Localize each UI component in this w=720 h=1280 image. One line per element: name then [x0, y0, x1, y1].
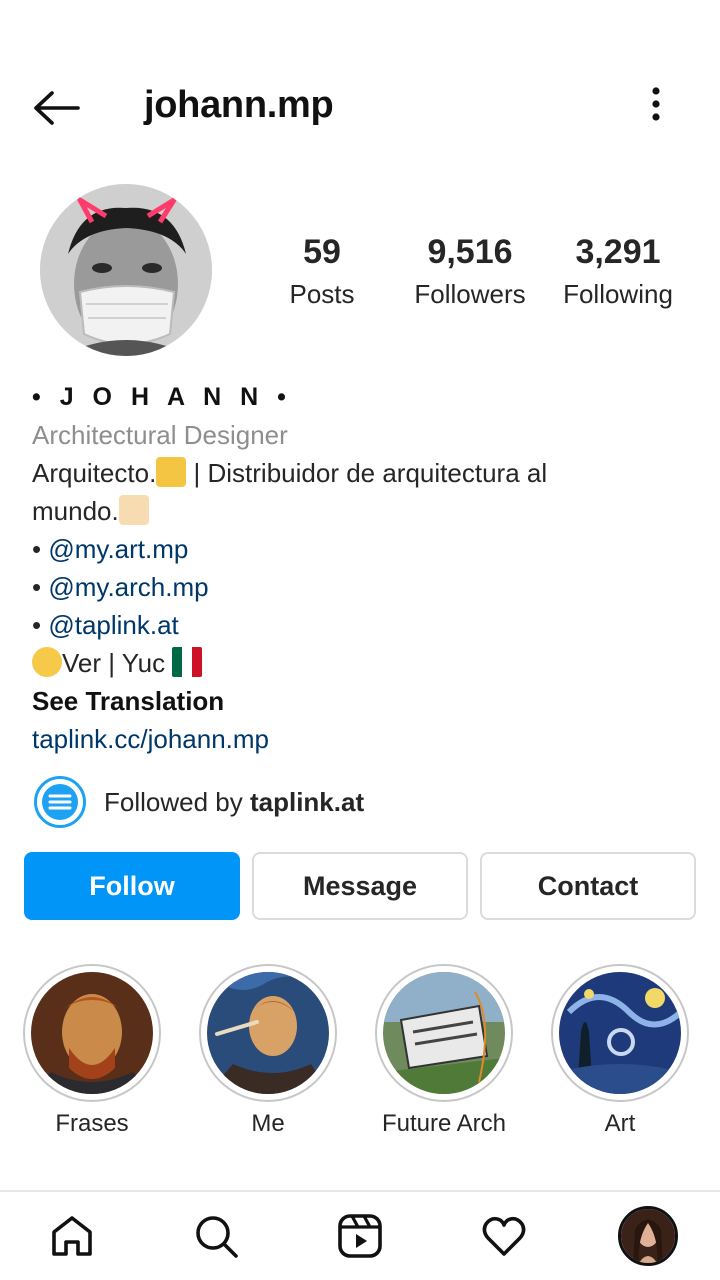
highlight-ring	[551, 964, 689, 1102]
followed-by-prefix: Followed by	[104, 786, 250, 817]
highlight-cover-image	[559, 972, 681, 1094]
highlight-cover-image	[31, 972, 153, 1094]
nav-profile-button[interactable]	[618, 1206, 678, 1266]
bio-text-mundo: mundo.	[32, 496, 119, 526]
more-options-button[interactable]	[636, 82, 676, 126]
bio-text-distribuidor: | Distribuidor de arquitectura al	[186, 458, 548, 488]
mexico-flag-emoji-icon	[172, 647, 203, 677]
bio-mention-row: • @my.arch.mp	[32, 568, 692, 606]
display-name: • J O H A N N •	[32, 383, 292, 411]
bio-line-1: Arquitecto. | Distribuidor de arquitectu…	[32, 454, 692, 492]
bullet: •	[32, 572, 49, 602]
bio-mention-row: • @taplink.at	[32, 606, 692, 644]
back-button[interactable]	[30, 86, 82, 130]
followers-count[interactable]: 9,516 Followers	[405, 232, 535, 314]
highlight-label: Me	[251, 1110, 285, 1137]
bio-location: Ver | Yuc	[32, 644, 692, 682]
highlight-me[interactable]: Me	[198, 964, 338, 1138]
followers-count-value: 9,516	[427, 233, 513, 271]
reels-icon	[338, 1214, 382, 1258]
followed-by-text: Followed by taplink.at	[104, 787, 364, 818]
vertical-dots-icon	[652, 87, 660, 121]
nav-activity-button[interactable]	[474, 1206, 534, 1266]
bio-location-text: Ver | Yuc	[62, 648, 173, 678]
search-icon	[196, 1216, 238, 1258]
highlight-ring	[375, 964, 513, 1102]
taplink-avatar	[34, 776, 86, 828]
bullet: •	[32, 534, 49, 564]
highlight-label: Future Arch	[381, 1110, 507, 1137]
following-count[interactable]: 3,291 Following	[553, 232, 683, 314]
follow-button[interactable]: Follow	[24, 852, 240, 920]
profile-header: johann.mp	[0, 0, 720, 210]
highlight-label: Art	[604, 1110, 636, 1137]
highlight-future-arch[interactable]: Future Arch	[374, 964, 514, 1138]
highlight-cover-image	[383, 972, 505, 1094]
mosque-emoji-icon	[118, 495, 149, 525]
bio-website-link[interactable]: taplink.cc/johann.mp	[32, 720, 692, 758]
nav-search-button[interactable]	[186, 1206, 246, 1266]
profile-avatar	[618, 1206, 678, 1266]
highlight-ring	[23, 964, 161, 1102]
profile-username-title: johann.mp	[144, 84, 334, 126]
message-button[interactable]: Message	[252, 852, 468, 920]
bottom-navigation	[0, 1190, 720, 1280]
highlight-label: Frases	[55, 1110, 129, 1137]
construction-worker-emoji-icon	[156, 457, 187, 487]
mention-my-art-mp[interactable]: @my.art.mp	[48, 534, 188, 564]
home-icon	[52, 1216, 92, 1256]
highlight-cover-image	[207, 972, 329, 1094]
profile-photo	[40, 184, 212, 356]
following-count-label: Following	[563, 279, 673, 309]
bio-text-arquitecto: Arquitecto.	[32, 458, 157, 488]
followed-by-row[interactable]: Followed by taplink.at	[34, 776, 364, 828]
profile-bio: • J O H A N N • Architectural Designer A…	[32, 378, 692, 758]
profile-category: Architectural Designer	[32, 420, 288, 450]
bullet: •	[32, 610, 49, 640]
nav-home-button[interactable]	[42, 1206, 102, 1266]
menu-lines-icon	[42, 784, 78, 820]
see-translation-link[interactable]: See Translation	[32, 682, 692, 720]
pushpin-emoji-icon	[32, 647, 62, 677]
following-count-value: 3,291	[575, 233, 661, 271]
bio-mention-row: • @my.art.mp	[32, 530, 692, 568]
posts-count[interactable]: 59 Posts	[272, 232, 372, 314]
highlight-frases[interactable]: Frases	[22, 964, 162, 1138]
bio-line-2: mundo.	[32, 492, 692, 530]
mention-my-arch-mp[interactable]: @my.arch.mp	[48, 572, 208, 602]
posts-count-label: Posts	[289, 279, 355, 309]
mention-taplink-at[interactable]: @taplink.at	[48, 610, 178, 640]
followers-count-label: Followers	[414, 279, 526, 309]
highlight-art[interactable]: Art	[550, 964, 690, 1138]
arrow-left-icon	[34, 91, 80, 125]
nav-reels-button[interactable]	[330, 1206, 390, 1266]
followed-by-user: taplink.at	[249, 786, 365, 817]
contact-button[interactable]: Contact	[480, 852, 696, 920]
heart-icon	[482, 1216, 526, 1256]
profile-avatar[interactable]	[40, 184, 212, 356]
posts-count-value: 59	[303, 233, 341, 271]
highlight-ring	[199, 964, 337, 1102]
